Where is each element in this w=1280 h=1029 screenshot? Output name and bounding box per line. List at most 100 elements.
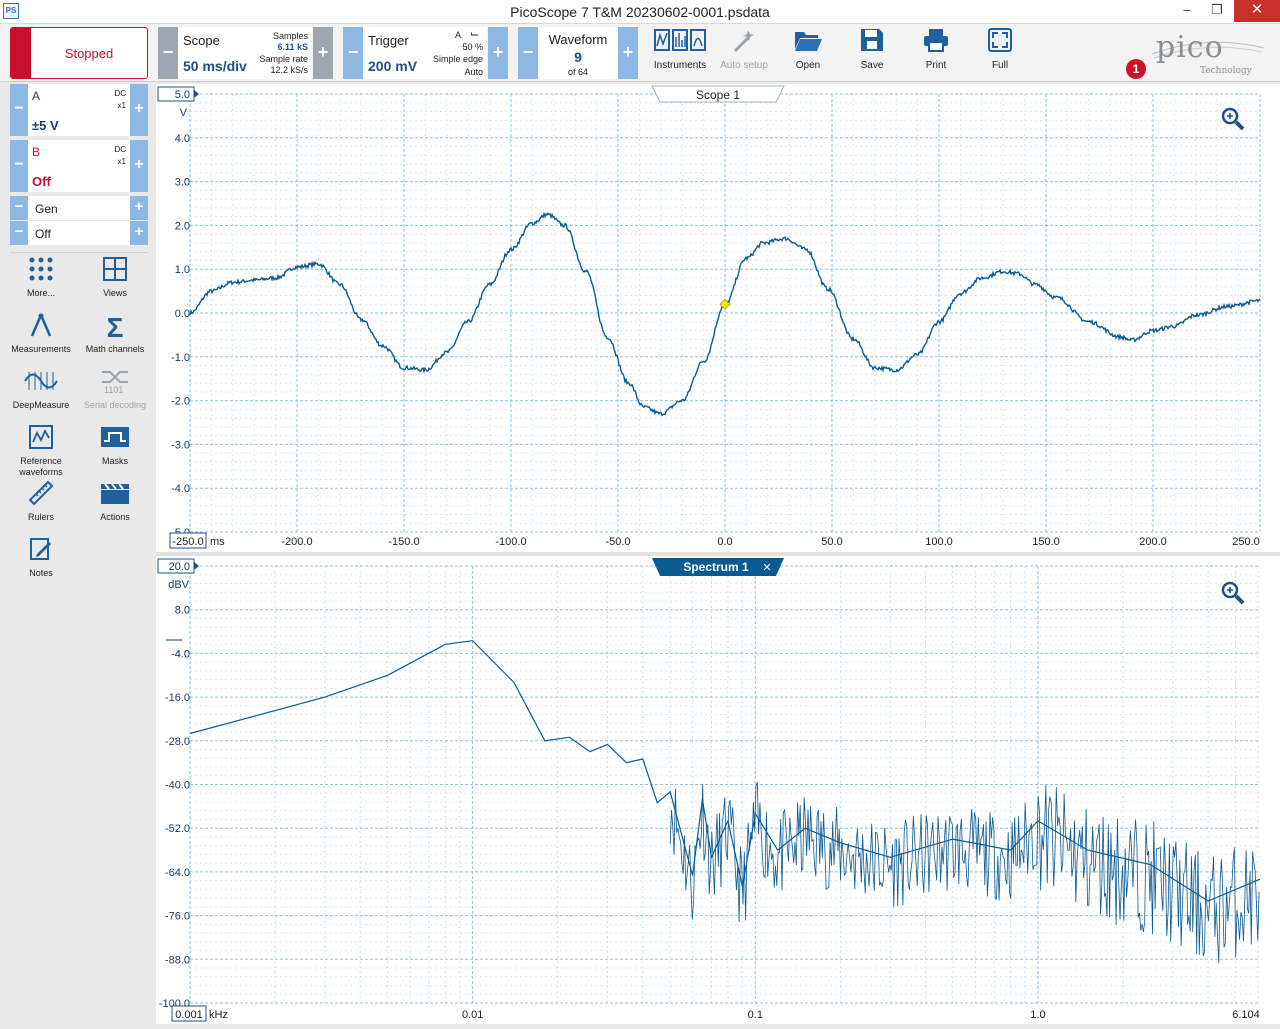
waveform-panel[interactable]: Waveform 9 of 64 — [538, 27, 618, 79]
generator-state-decrease[interactable]: − — [10, 221, 28, 245]
serial-decoding-icon: 1101 — [78, 368, 152, 400]
math-channels-label: Math channels — [85, 344, 145, 354]
math-channels-button[interactable]: Σ Math channels — [78, 312, 152, 364]
channel-a-range-increase[interactable]: + — [130, 84, 148, 136]
deepmeasure-button[interactable]: DeepMeasure — [4, 368, 78, 420]
spectrum-y-top-label: 20.0 — [169, 561, 190, 573]
spectrum-zoom-in-icon[interactable] — [1221, 581, 1245, 605]
spectrum-chart[interactable]: Spectrum 1 ✕ 8.0 -4.0 -16.0 -28.0 -40.0 -52.0… — [156, 556, 1280, 1024]
spectrum-y-tick-label: -4.0 — [171, 648, 190, 660]
generator-state-increase[interactable]: + — [130, 221, 148, 245]
generator-label-row[interactable]: − Gen + — [10, 196, 148, 220]
pico-logo: pico Technology — [1148, 28, 1268, 78]
trigger-title: Trigger — [368, 33, 409, 48]
views-button[interactable]: Views — [78, 256, 152, 308]
spectrum-view[interactable]: Spectrum 1 ✕ 8.0 -4.0 -16.0 -28.0 -40.0 -52.0… — [156, 556, 1280, 1024]
channel-b-name: B — [32, 145, 41, 159]
minimize-button[interactable]: – — [1172, 0, 1202, 22]
scope-chart[interactable]: Scope 1 4.0 3.0 2.0 1.0 0.0 -1.0 -2.0 -3.0 -4.0 -… — [156, 84, 1280, 552]
scope-y-tick-label: 4.0 — [175, 133, 190, 145]
channel-b-range-increase[interactable]: + — [130, 140, 148, 192]
timebase-panel[interactable]: Scope 50 ms/div Samples 6.11 kS Sample r… — [178, 27, 312, 79]
channel-a-coupling-value: DC — [114, 89, 126, 98]
start-stop-button[interactable]: Stopped — [10, 27, 148, 79]
scope-y-tick-label: -1.0 — [171, 352, 190, 364]
notes-button[interactable]: Notes — [4, 536, 78, 588]
generator-next[interactable]: + — [130, 196, 148, 220]
reference-waveforms-button[interactable]: Reference waveforms — [4, 424, 78, 477]
auto-setup-button[interactable]: Auto setup — [713, 27, 775, 79]
measurements-icon — [4, 312, 78, 344]
scope-y-tick-label: -2.0 — [171, 396, 190, 408]
svg-text:1101: 1101 — [104, 385, 123, 394]
scope-y-tick-label: 3.0 — [175, 177, 190, 189]
rulers-button[interactable]: Rulers — [4, 480, 78, 532]
main-toolbar: Stopped − Scope 50 ms/div Samples 6.11 k… — [0, 24, 1280, 82]
channel-b-panel[interactable]: − B DC x1 Off + — [10, 140, 148, 192]
more-button[interactable]: More... — [4, 256, 78, 308]
rising-edge-icon: ⌙ — [469, 28, 479, 40]
scope-x-tick-label: -100.0 — [495, 536, 526, 548]
close-button[interactable]: ✕ — [1234, 0, 1280, 22]
spectrum-y-tick-label: -40.0 — [165, 780, 190, 792]
channel-b-probe: x1 — [117, 157, 126, 166]
scope-x-tick-label: -50.0 — [605, 536, 630, 548]
samples-value: 6.11 kS — [277, 42, 308, 52]
serial-decoding-label: Serial decoding — [83, 400, 147, 410]
waveform-next-button[interactable]: + — [618, 27, 638, 79]
scope-x-tick-label: -150.0 — [388, 536, 419, 548]
timebase-title: Scope — [183, 33, 220, 48]
full-label: Full — [991, 60, 1009, 71]
scope-y-tick-label: -4.0 — [171, 483, 190, 495]
open-label: Open — [795, 60, 821, 71]
trigger-decrease-button[interactable]: − — [343, 27, 363, 79]
scope-x-tick-label: 200.0 — [1139, 536, 1167, 548]
more-dots-icon — [4, 256, 78, 288]
instruments-icon — [649, 27, 711, 57]
waveform-previous-button[interactable]: − — [518, 27, 538, 79]
generator-state-row[interactable]: − Off + — [10, 221, 148, 245]
trigger-panel[interactable]: Trigger 200 mV A ⌙ 50 % Simple edge Auto — [363, 27, 487, 79]
measurements-label: Measurements — [11, 344, 71, 354]
timebase-decrease-button[interactable]: − — [158, 27, 178, 79]
masks-button[interactable]: Masks — [78, 424, 152, 476]
serial-decoding-button[interactable]: 1101 Serial decoding — [78, 368, 152, 420]
stop-indicator — [11, 28, 31, 78]
fullscreen-icon — [969, 27, 1031, 57]
channel-a-range-decrease[interactable]: − — [10, 84, 28, 136]
actions-label: Actions — [100, 512, 130, 522]
channel-b-range-decrease[interactable]: − — [10, 140, 28, 192]
scope-x-tick-label: 100.0 — [925, 536, 953, 548]
scope-view[interactable]: Scope 1 4.0 3.0 2.0 1.0 0.0 -1.0 -2.0 -3.0 -4.0 -… — [156, 84, 1280, 552]
notification-badge[interactable]: 1 — [1126, 59, 1146, 79]
timebase-increase-button[interactable]: + — [313, 27, 333, 79]
scope-x-tick-label: 0.0 — [717, 536, 732, 548]
scope-x-tick-label: 250.0 — [1232, 536, 1260, 548]
print-button[interactable]: Print — [905, 27, 967, 79]
generator-state: Off — [35, 227, 51, 241]
actions-button[interactable]: Actions — [78, 480, 152, 532]
spectrum-y-tick-label: -88.0 — [165, 954, 190, 966]
samples-label: Samples — [272, 31, 308, 41]
measurements-button[interactable]: Measurements — [4, 312, 78, 364]
full-screen-button[interactable]: Full — [969, 27, 1031, 79]
spectrum-y-tick-label: -28.0 — [165, 736, 190, 748]
generator-previous[interactable]: − — [10, 196, 28, 220]
instruments-button[interactable]: Instruments — [649, 27, 711, 79]
open-button[interactable]: Open — [777, 27, 839, 79]
clapperboard-icon — [78, 480, 152, 512]
channel-a-panel[interactable]: − A DC x1 ±5 V + — [10, 84, 148, 136]
print-label: Print — [925, 60, 947, 71]
spectrum-y-unit: dBV — [168, 579, 189, 591]
restore-button[interactable]: ❐ — [1202, 0, 1232, 22]
save-label: Save — [860, 60, 884, 71]
scope-y-scale-arrow — [194, 90, 199, 98]
trigger-increase-button[interactable]: + — [488, 27, 508, 79]
save-button[interactable]: Save — [841, 27, 903, 79]
channel-a-range: ±5 V — [32, 118, 59, 133]
spectrum-x-tick-label: 0.01 — [462, 1009, 483, 1021]
scope-x-tick-label: -200.0 — [281, 536, 312, 548]
spectrum-tab-close-icon[interactable]: ✕ — [762, 562, 771, 574]
spectrum-noise-trace — [669, 781, 1260, 964]
rulers-label: Rulers — [27, 512, 54, 522]
